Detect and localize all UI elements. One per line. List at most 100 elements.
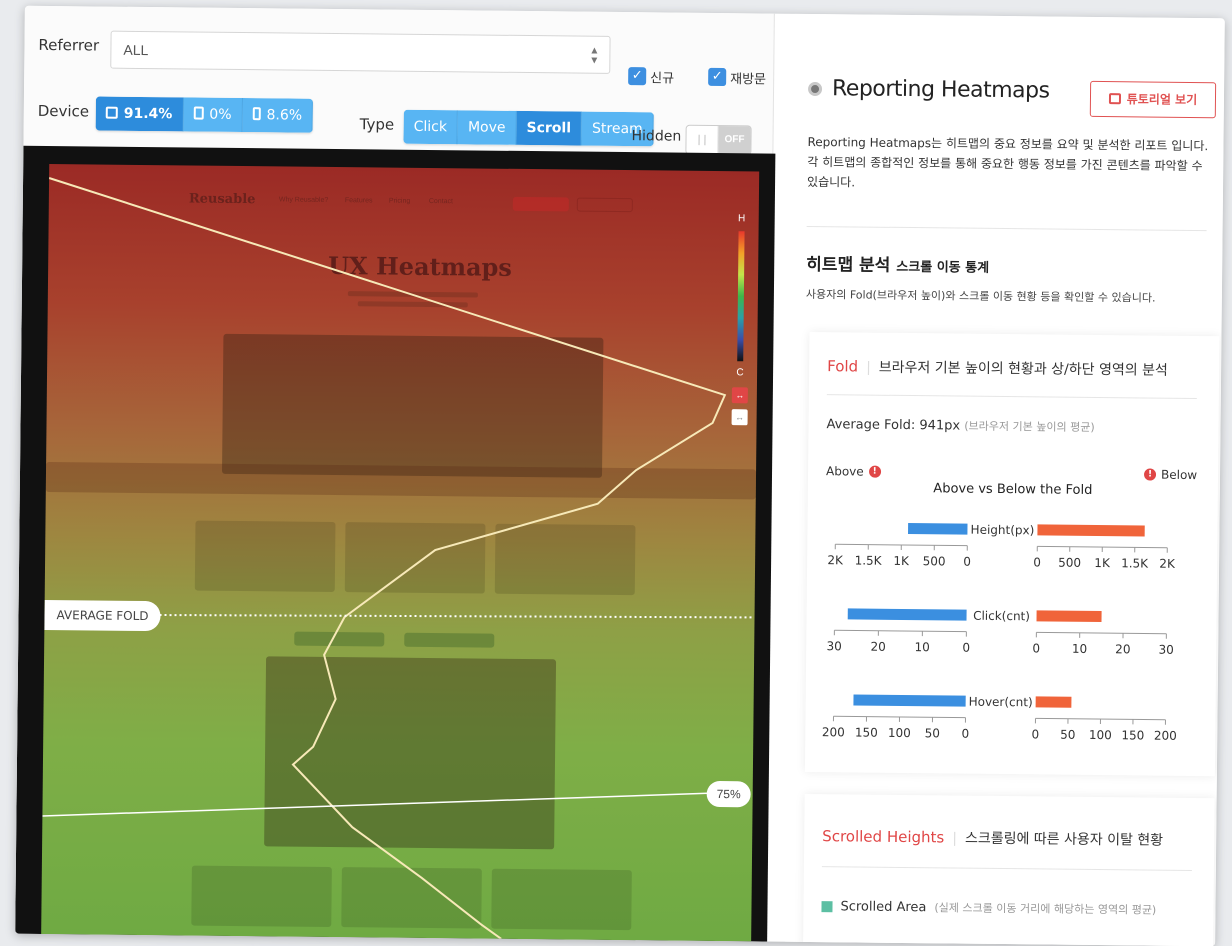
average-fold-value: Average Fold: 941px — [826, 417, 961, 434]
referrer-select[interactable]: ALL ▴ ▾ — [110, 30, 611, 74]
collapse-arrows-icon[interactable]: ↔ — [731, 409, 748, 426]
tick-label: 2K — [827, 553, 844, 567]
above-bar — [853, 694, 966, 707]
above-label: Above — [825, 464, 864, 479]
tick-label: 1K — [1094, 556, 1111, 570]
tick-label: 50 — [1060, 728, 1075, 742]
tick-label: 20 — [1115, 642, 1130, 656]
tick-label: 200 — [1154, 729, 1177, 743]
select-arrows-icon: ▴ ▾ — [591, 42, 598, 67]
average-fold-note: (브라우저 기본 높이의 평균) — [964, 419, 1095, 434]
pct75-line — [42, 792, 715, 817]
average-fold-line — [134, 613, 755, 619]
tick-label: 1.5K — [855, 553, 883, 567]
scrolled-area-label: Scrolled Area — [840, 898, 927, 915]
desktop-icon — [105, 106, 118, 119]
tick-label: 1K — [893, 554, 910, 568]
above-bar — [908, 523, 968, 535]
return-visitor-label: 재방문 — [730, 71, 767, 88]
below-bar — [1035, 696, 1072, 708]
toggle-off-label: OFF — [718, 126, 751, 155]
tick-label: 0 — [962, 641, 970, 655]
below-label: Below — [1160, 467, 1198, 483]
tick-label: 2K — [1159, 557, 1176, 571]
left-axis — [834, 629, 967, 633]
tick-label: 30 — [1158, 643, 1173, 657]
scale-cold-label: C — [736, 367, 744, 379]
divider — [806, 225, 1207, 232]
below-bar — [1036, 610, 1102, 623]
device-label: Device — [37, 101, 90, 121]
header-separator: | — [952, 830, 958, 847]
tutorial-label: 튜토리얼 보기 — [1126, 92, 1198, 108]
device-desktop-button[interactable]: 91.4% — [95, 96, 184, 132]
filter-bar: Referrer ALL ▴ ▾ ✓ 신규 ✓ 재방문 Device 91.4% … — [23, 5, 775, 156]
scale-high-label: H — [738, 213, 746, 225]
below-bar — [1037, 524, 1145, 537]
tick-label: 200 — [822, 725, 845, 739]
fold-card: Fold | 브라우저 기본 높이의 현황과 상/하단 영역의 분석 Average… — [804, 331, 1220, 777]
device-button-group: 91.4% 0% 8.6% — [95, 96, 314, 133]
scrolled-card-subtitle: 스크롤링에 따른 사용자 이탈 현황 — [964, 830, 1164, 849]
type-click-button[interactable]: Click — [403, 109, 459, 145]
chart-title: Above vs Below the Fold — [933, 481, 1093, 498]
info-icon[interactable]: ! — [1143, 468, 1157, 481]
report-header: Reporting Heatmaps — [807, 76, 1050, 103]
average-fold-marker: AVERAGE FOLD — [44, 599, 161, 632]
new-visitor-checkbox[interactable]: ✓ 신규 — [628, 64, 674, 88]
right-axis — [1036, 631, 1167, 635]
section-title-text: 히트맵 분석 — [806, 254, 891, 276]
fold-card-subtitle: 브라우저 기본 높이의 현황과 상/하단 영역의 분석 — [878, 359, 1168, 379]
divider — [826, 394, 1197, 400]
scrolled-area-legend: Scrolled Area (실제 스크롤 이동 거리에 해당하는 영역의 평균) — [821, 898, 1156, 918]
fold-card-header: Fold | 브라우저 기본 높이의 현황과 상/하단 영역의 분석 — [827, 356, 1168, 380]
section-description: 사용자의 Fold(브라우저 높이)와 스크롤 이동 현황 등을 확인할 수 있… — [805, 287, 1156, 305]
group-label: Click(cnt) — [973, 609, 1030, 624]
tick-label: 20 — [871, 640, 886, 654]
mobile-icon — [252, 107, 261, 121]
report-bullet-icon — [807, 81, 823, 96]
report-description: Reporting Heatmaps는 히트맵의 중요 정보를 요약 및 분석한… — [807, 134, 1209, 190]
fold-card-title: Fold — [827, 357, 859, 376]
scroll-heatmap[interactable]: Reusable Why Reusable? Features Pricing … — [41, 164, 760, 942]
report-panel: Reporting Heatmaps 튜토리얼 보기 Reporting Hea… — [785, 13, 1225, 946]
device-mobile-button[interactable]: 8.6% — [242, 98, 314, 133]
device-tablet-value: 0% — [209, 106, 232, 123]
legend-swatch — [821, 900, 833, 912]
referrer-value: ALL — [123, 41, 149, 59]
tick-label: 500 — [923, 554, 946, 568]
type-move-button[interactable]: Move — [457, 110, 517, 145]
tablet-icon — [193, 106, 204, 120]
hidden-toggle[interactable]: | | OFF — [685, 124, 752, 156]
tick-label: 30 — [827, 639, 842, 653]
type-button-group: Click Move Scroll Stream — [403, 109, 654, 147]
type-scroll-button[interactable]: Scroll — [516, 110, 583, 146]
info-icon[interactable]: ! — [868, 465, 881, 478]
tick-label: 150 — [855, 725, 878, 739]
tick-label: 10 — [1072, 642, 1087, 656]
return-visitor-checkbox[interactable]: ✓ 재방문 — [708, 65, 766, 90]
tick-label: 100 — [888, 726, 911, 740]
tick-label: 1.5K — [1121, 556, 1149, 570]
below-legend: ! Below — [1143, 467, 1198, 483]
tick-label: 0 — [1031, 727, 1039, 741]
tutorial-button[interactable]: 튜토리얼 보기 — [1089, 80, 1217, 119]
tick-label: 0 — [961, 727, 969, 741]
toggle-knob: | | — [686, 125, 719, 155]
above-legend: Above! — [826, 464, 881, 479]
hidden-label: Hidden — [631, 128, 682, 145]
tick-label: 500 — [1058, 556, 1081, 570]
tick-label: 0 — [963, 555, 971, 569]
check-icon: ✓ — [628, 67, 647, 86]
new-visitor-label: 신규 — [650, 70, 675, 87]
device-tablet-button[interactable]: 0% — [183, 97, 243, 133]
device-desktop-value: 91.4% — [123, 105, 173, 123]
type-label: Type — [359, 115, 395, 134]
app-panel: Referrer ALL ▴ ▾ ✓ 신규 ✓ 재방문 Device 91.4% … — [15, 5, 1225, 946]
scroll-curve-overlay — [42, 177, 755, 940]
expand-arrows-icon[interactable]: ↔ — [731, 387, 748, 404]
device-mobile-value: 8.6% — [266, 107, 303, 124]
header-separator: | — [866, 359, 871, 376]
divider — [821, 866, 1192, 872]
fold-comparison-chart: Height(px)2K 1.5K 1K 500 0 0 500 1K 1.5K 2KClick(… — [822, 523, 1177, 743]
